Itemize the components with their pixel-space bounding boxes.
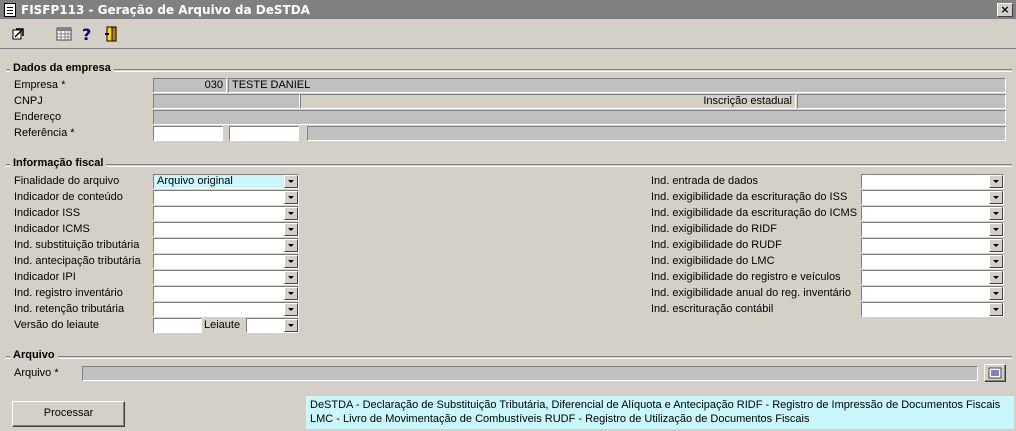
app-icon: [4, 2, 16, 17]
chevron-down-icon[interactable]: [989, 303, 1003, 316]
empresa-name-field[interactable]: TESTE DANIEL: [228, 78, 1006, 93]
exig-veiculos-select[interactable]: [861, 270, 1004, 285]
chevron-down-icon[interactable]: [989, 175, 1003, 188]
endereco-label: Endereço: [14, 111, 62, 123]
ie-label-field: Inscrição estadual: [300, 94, 796, 109]
chevron-down-icon[interactable]: [989, 271, 1003, 284]
chevron-down-icon[interactable]: [284, 239, 298, 252]
chevron-down-icon[interactable]: [284, 255, 298, 268]
calendar-icon[interactable]: [54, 24, 74, 44]
exit-icon[interactable]: [8, 24, 28, 44]
exig-ridf-select[interactable]: [861, 222, 1004, 237]
chevron-down-icon[interactable]: [284, 319, 298, 332]
indicador-icms-label: Indicador ICMS: [14, 223, 90, 235]
finalidade-value: Arquivo original: [157, 175, 233, 187]
versao-leiaute-input[interactable]: [153, 318, 202, 333]
chevron-down-icon[interactable]: [284, 303, 298, 316]
empresa-label: Empresa *: [14, 79, 66, 91]
chevron-down-icon[interactable]: [989, 287, 1003, 300]
arquivo-label: Arquivo *: [14, 367, 59, 379]
chevron-down-icon[interactable]: [284, 223, 298, 236]
exig-icms-select[interactable]: [861, 206, 1004, 221]
exig-veiculos-label: Ind. exigibilidade do registro e veículo…: [651, 271, 841, 283]
legend-box: DeSTDA - Declaração de Substituição Trib…: [306, 396, 1014, 429]
registro-inventario-label: Ind. registro inventário: [14, 287, 123, 299]
chevron-down-icon[interactable]: [989, 191, 1003, 204]
referencia-from-input[interactable]: [153, 126, 223, 141]
exig-iss-select[interactable]: [861, 190, 1004, 205]
ie-field[interactable]: [797, 94, 1006, 109]
exig-rudf-select[interactable]: [861, 238, 1004, 253]
versao-leiaute-label: Versão do leiaute: [14, 319, 100, 331]
fiscal-group-title: Informação fiscal: [10, 157, 107, 169]
cnpj-label: CNPJ: [14, 95, 43, 107]
indicador-ipi-select[interactable]: [153, 270, 299, 285]
exig-lmc-select[interactable]: [861, 254, 1004, 269]
entrada-dados-label: Ind. entrada de dados: [651, 175, 759, 187]
close-button[interactable]: ×: [997, 2, 1013, 17]
exig-iss-label: Ind. exigibilidade da escrituração do IS…: [651, 191, 848, 203]
exig-inventario-label: Ind. exigibilidade anual do reg. inventá…: [651, 287, 851, 299]
company-group-title: Dados da empresa: [10, 62, 114, 74]
chevron-down-icon[interactable]: [989, 255, 1003, 268]
chevron-down-icon[interactable]: [989, 207, 1003, 220]
title-bar: FISFP113 - Geração de Arquivo da DeSTDA …: [0, 0, 1016, 19]
escrituracao-contabil-select[interactable]: [861, 302, 1004, 317]
registro-inventario-select[interactable]: [153, 286, 299, 301]
chevron-down-icon[interactable]: [284, 175, 298, 188]
arquivo-field[interactable]: [82, 366, 978, 381]
chevron-down-icon[interactable]: [989, 239, 1003, 252]
leiaute-label: Leiaute: [204, 319, 241, 331]
indicador-iss-select[interactable]: [153, 206, 299, 221]
door-icon[interactable]: [101, 24, 121, 44]
indicador-ipi-label: Indicador IPI: [14, 271, 76, 283]
chevron-down-icon[interactable]: [284, 207, 298, 220]
substituicao-select[interactable]: [153, 238, 299, 253]
window-title: FISFP113 - Geração de Arquivo da DeSTDA: [21, 2, 310, 17]
antecipacao-select[interactable]: [153, 254, 299, 269]
referencia-label: Referência *: [14, 127, 75, 139]
exig-inventario-select[interactable]: [861, 286, 1004, 301]
exig-icms-label: Ind. exigibilidade da escrituração do IC…: [651, 207, 858, 219]
chevron-down-icon[interactable]: [284, 191, 298, 204]
exig-rudf-label: Ind. exigibilidade do RUDF: [651, 239, 782, 251]
antecipacao-label: Ind. antecipação tributária: [14, 255, 141, 267]
legend-line-1: DeSTDA - Declaração de Substituição Trib…: [310, 399, 1001, 411]
finalidade-label: Finalidade do arquivo: [14, 175, 120, 187]
retencao-select[interactable]: [153, 302, 299, 317]
svg-text:?: ?: [82, 26, 91, 42]
referencia-to-input[interactable]: [229, 126, 299, 141]
toolbar: ?: [0, 19, 1016, 49]
retencao-label: Ind. retenção tributária: [14, 303, 125, 315]
chevron-down-icon[interactable]: [989, 223, 1003, 236]
chevron-down-icon[interactable]: [284, 287, 298, 300]
indicador-iss-label: Indicador ISS: [14, 207, 81, 219]
exig-ridf-label: Ind. exigibilidade do RIDF: [651, 223, 777, 235]
browse-file-button[interactable]: [984, 364, 1006, 382]
indicador-icms-select[interactable]: [153, 222, 299, 237]
exig-lmc-label: Ind. exigibilidade do LMC: [651, 255, 775, 267]
referencia-desc-field[interactable]: [307, 126, 1006, 141]
leiaute-select[interactable]: [246, 318, 299, 333]
arquivo-group-title: Arquivo: [10, 349, 58, 361]
empresa-code-field[interactable]: 030: [153, 78, 227, 93]
folder-list-icon: [988, 367, 1002, 379]
indicador-conteudo-label: Indicador de conteúdo: [14, 191, 123, 203]
indicador-conteudo-select[interactable]: [153, 190, 299, 205]
help-icon[interactable]: ?: [77, 24, 97, 44]
legend-line-2: LMC - Livro de Movimentação de Combustív…: [310, 413, 810, 425]
process-button[interactable]: Processar: [12, 401, 125, 427]
entrada-dados-select[interactable]: [861, 174, 1004, 189]
escrituracao-contabil-label: Ind. escrituração contábil: [651, 303, 774, 315]
substituicao-label: Ind. substituição tributária: [14, 239, 140, 251]
finalidade-select[interactable]: Arquivo original: [153, 174, 299, 189]
chevron-down-icon[interactable]: [284, 271, 298, 284]
cnpj-field[interactable]: [153, 94, 300, 109]
endereco-field[interactable]: [153, 110, 1006, 125]
